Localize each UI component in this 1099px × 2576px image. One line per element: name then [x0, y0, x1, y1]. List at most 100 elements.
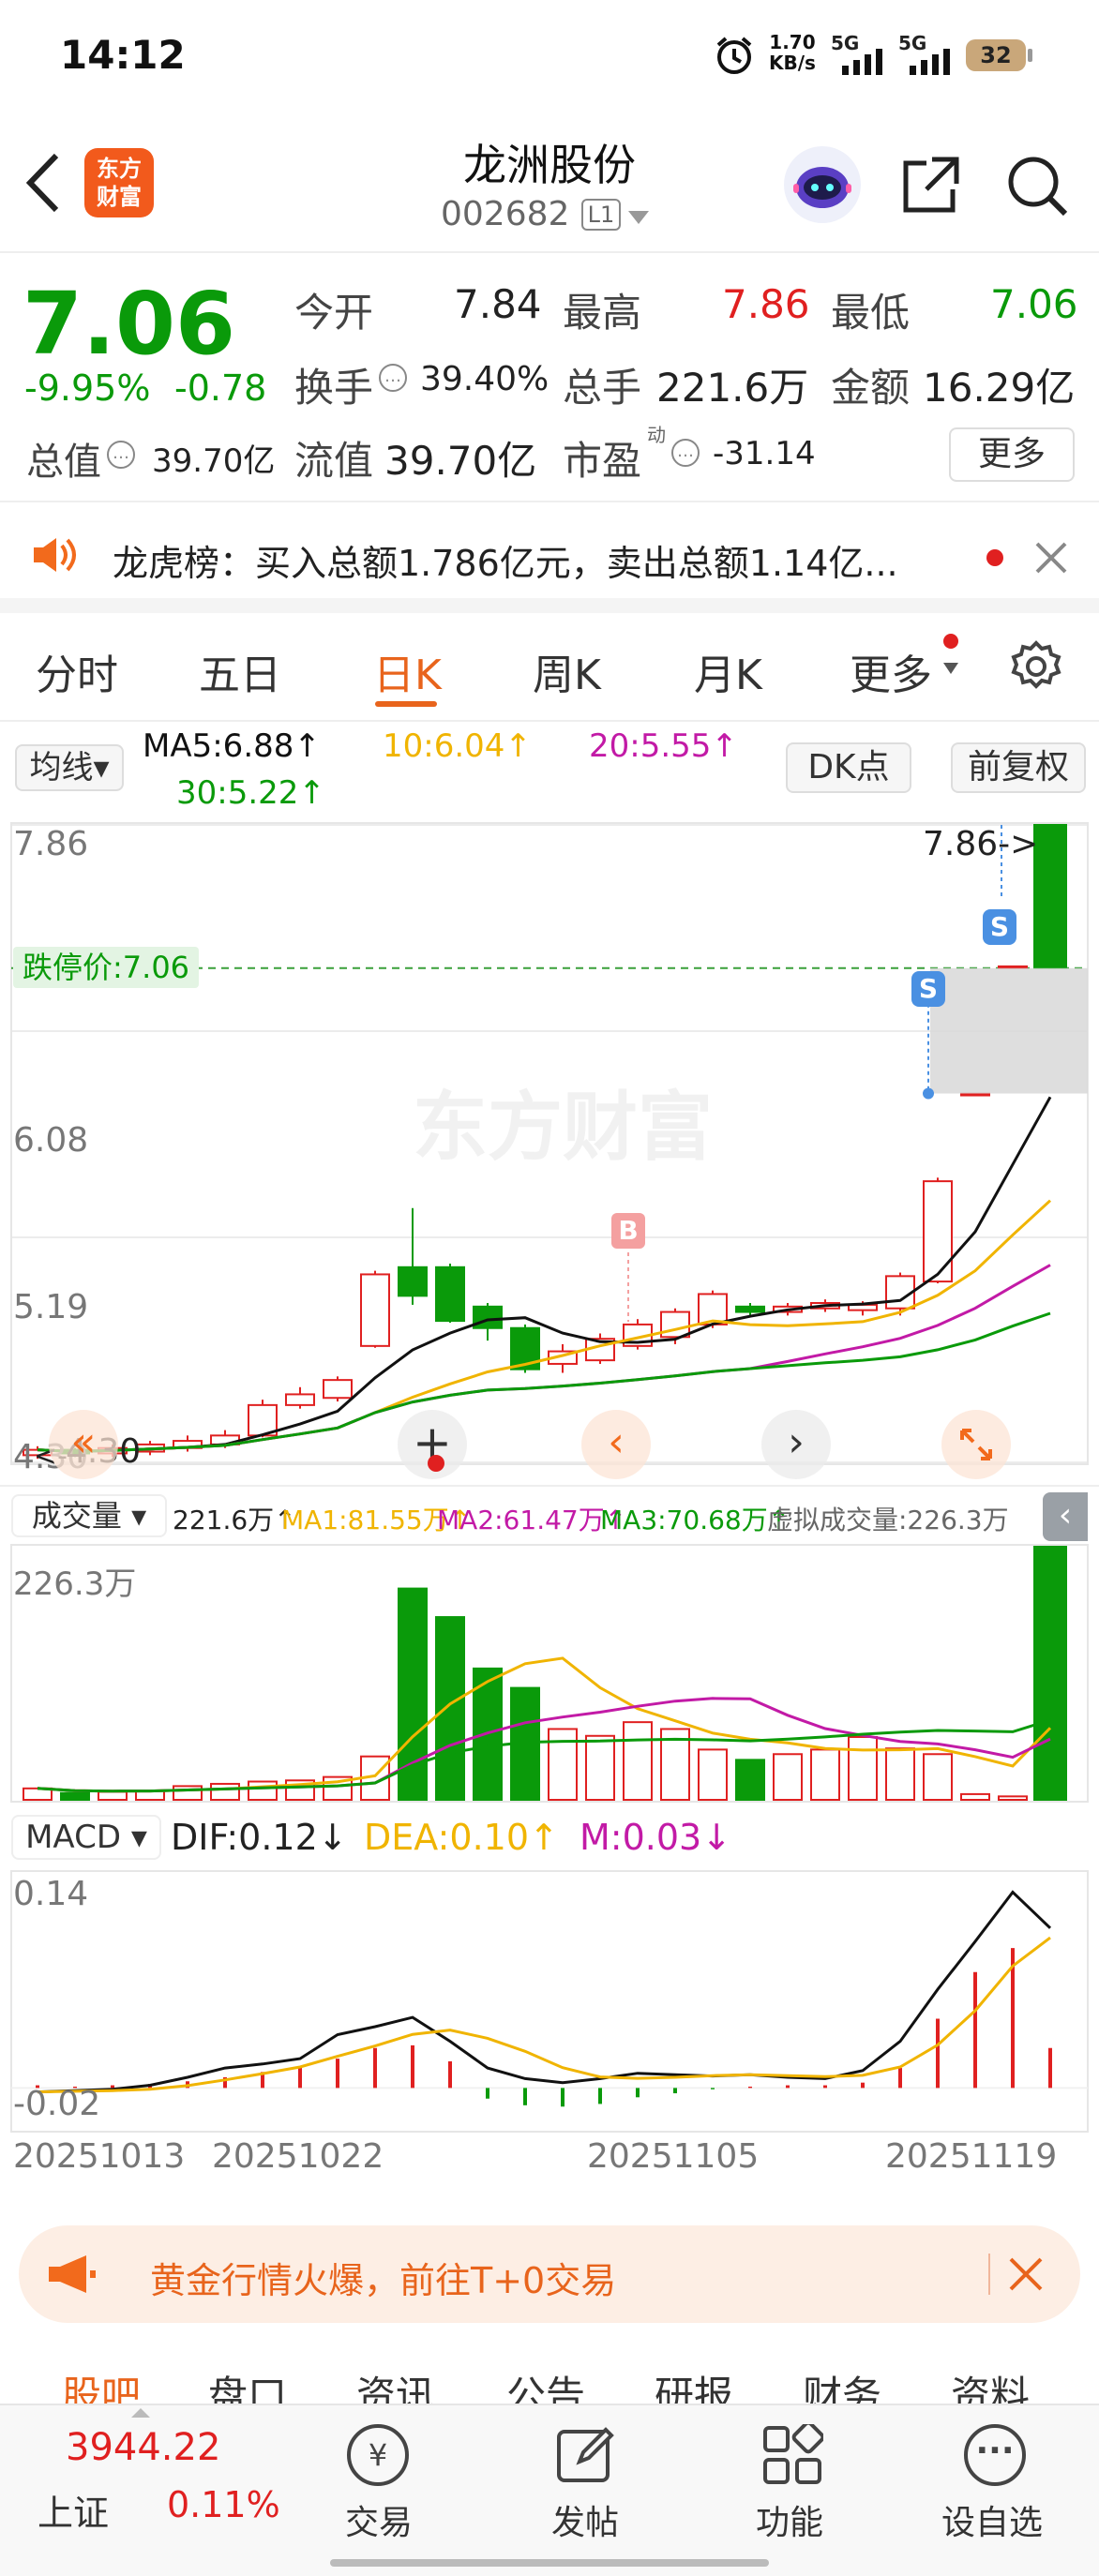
subtab-finance[interactable]: 财务 — [803, 2364, 881, 2404]
tab-weekly-k[interactable]: 周K — [533, 641, 601, 701]
dk-points-button[interactable]: DK点 — [786, 742, 911, 793]
promo-banner[interactable]: 黄金行情火爆，前往T+0交易 — [19, 2225, 1080, 2323]
ytick-low: 5.19 — [13, 1288, 89, 1326]
more-red-dot — [943, 634, 958, 649]
volume-bar-24 — [923, 1753, 953, 1802]
buy-marker[interactable]: B — [611, 1213, 645, 1249]
adjust-button[interactable]: 前复权 — [951, 742, 1086, 793]
candle-body-8 — [323, 1379, 353, 1400]
volume-selector[interactable]: 成交量 ▾ — [11, 1494, 167, 1537]
candle-body-17 — [660, 1310, 690, 1339]
macd-ymin: -0.02 — [13, 2085, 101, 2123]
post-icon[interactable] — [555, 2424, 617, 2490]
sell-marker-1[interactable]: S — [983, 909, 1016, 945]
subtab-announcements[interactable]: 公告 — [506, 2364, 585, 2404]
sell-marker-2[interactable]: S — [911, 971, 945, 1007]
index-change: 0.11% — [167, 2484, 280, 2525]
macd-frame — [10, 1870, 1089, 2133]
pe-label: 市盈 — [563, 438, 642, 484]
candle-body-11 — [435, 1266, 465, 1323]
tab-intraday[interactable]: 分时 — [36, 641, 118, 701]
tab-monthly-k[interactable]: 月K — [694, 641, 762, 701]
more-button[interactable]: 更多 — [949, 427, 1075, 482]
macd-histogram — [36, 1948, 1052, 2107]
subtab-news[interactable]: 资讯 — [356, 2364, 435, 2404]
chart-period-tabs: 分时 五日 日K 周K 月K 更多 — [0, 619, 1099, 722]
dragon-tiger-notice[interactable]: 龙虎榜：买入总额1.786亿元，卖出总额1.14亿... — [0, 506, 1099, 613]
ma30-line — [37, 1311, 1051, 1454]
post-label[interactable]: 发帖 — [551, 2495, 619, 2544]
trade-label[interactable]: 交易 — [345, 2495, 413, 2544]
volume-bar-21 — [810, 1748, 840, 1801]
high-marker: 7.86-> — [923, 825, 1039, 863]
amount-value: 16.29亿 — [923, 365, 1076, 411]
candle-body-19 — [735, 1305, 765, 1313]
pe-info-icon[interactable]: … — [671, 439, 700, 467]
volume-bar-19 — [735, 1759, 765, 1801]
collapse-left-icon[interactable]: « — [49, 1410, 118, 1479]
add-watchlist-label[interactable]: 设自选 — [941, 2495, 1043, 2544]
volume-bar-14 — [548, 1728, 578, 1802]
subtab-profile[interactable]: 资料 — [951, 2364, 1030, 2404]
add-watchlist-icon[interactable]: ··· — [964, 2424, 1026, 2486]
quote-panel: 7.06 -9.95% -0.78 总值 … 39.70亿 今开 7.84 最高… — [0, 255, 1099, 502]
volume-value: 221.6万 — [656, 365, 809, 411]
index-value[interactable]: 3944.22 — [66, 2426, 220, 2469]
subtab-orderbook[interactable]: 盘口 — [208, 2364, 287, 2404]
macd-dif: DIF:0.12↓ — [171, 1817, 348, 1858]
prev-icon[interactable]: ‹ — [581, 1410, 651, 1479]
crosshair-dot — [428, 1455, 444, 1472]
ma5-label: MA5:6.88↑ — [143, 727, 321, 765]
functions-label[interactable]: 功能 — [756, 2495, 823, 2544]
pe-sup-label: 动 — [647, 424, 666, 446]
tab-daily-k[interactable]: 日K — [373, 641, 442, 701]
more-dropdown-icon — [943, 660, 958, 678]
volume-bar-5 — [210, 1782, 240, 1802]
functions-grid-icon[interactable] — [761, 2420, 825, 2490]
volume-bar-26 — [998, 1795, 1028, 1801]
tab-five-day[interactable]: 五日 — [199, 641, 281, 701]
change-abs: -0.78 — [174, 367, 267, 409]
volume-bar-15 — [585, 1734, 615, 1802]
assistant-robot-icon[interactable] — [784, 146, 861, 223]
info-icon[interactable]: … — [107, 441, 135, 469]
active-tab-indicator — [375, 701, 437, 707]
speaker-icon — [32, 536, 79, 577]
turnover-info-icon[interactable]: … — [379, 364, 407, 392]
clock: 14:12 — [60, 32, 186, 78]
volume-bar-23 — [885, 1747, 915, 1802]
unread-dot — [986, 549, 1003, 566]
volume-ymax: 226.3万 — [13, 1565, 137, 1603]
ma-selector[interactable]: 均线▾ — [15, 744, 124, 791]
fullscreen-icon[interactable] — [941, 1410, 1011, 1479]
share-icon[interactable] — [900, 154, 962, 219]
macd-dea: DEA:0.10↑ — [364, 1817, 559, 1858]
search-icon[interactable] — [1005, 154, 1069, 221]
ma30-label: 30:5.22↑ — [176, 774, 325, 812]
volume-bar-25 — [960, 1792, 990, 1802]
stock-detail-screen: { "status_bar": {"time": "14:12", "net_s… — [0, 0, 1099, 2576]
open-label: 今开 — [294, 290, 374, 336]
next-icon[interactable]: › — [761, 1410, 831, 1479]
kline-chart[interactable]: 东方财富 — [0, 816, 1099, 2419]
volume-bar-22 — [848, 1735, 878, 1801]
level-badge: L1 — [581, 199, 621, 231]
trade-icon[interactable]: ¥ — [347, 2424, 409, 2486]
side-panel-toggle-icon[interactable]: ‹ — [1043, 1492, 1088, 1541]
net-speed: 1.70 KB/s — [769, 31, 816, 74]
subtab-research[interactable]: 研报 — [655, 2364, 733, 2404]
macd-header: MACD ▾ DIF:0.12↓ DEA:0.10↑ M:0.03↓ — [0, 1809, 1099, 1865]
volume-bar-27 — [1033, 1546, 1067, 1801]
code-dropdown-icon[interactable] — [628, 210, 649, 228]
ma10-label: 10:6.04↑ — [383, 727, 532, 765]
date-3: 20251105 — [587, 2137, 760, 2176]
watermark: 东方财富 — [413, 1086, 713, 1169]
ma-selector-label: 均线 — [29, 749, 94, 786]
banner-close-icon[interactable] — [1007, 2255, 1045, 2297]
close-icon[interactable] — [1033, 540, 1069, 579]
tab-more[interactable]: 更多 — [850, 641, 932, 701]
subtab-forum[interactable]: 股吧 — [62, 2364, 141, 2404]
settings-gear-icon[interactable] — [1009, 639, 1063, 697]
macd-selector[interactable]: MACD ▾ — [11, 1815, 161, 1860]
volume-bar-2 — [98, 1790, 128, 1801]
